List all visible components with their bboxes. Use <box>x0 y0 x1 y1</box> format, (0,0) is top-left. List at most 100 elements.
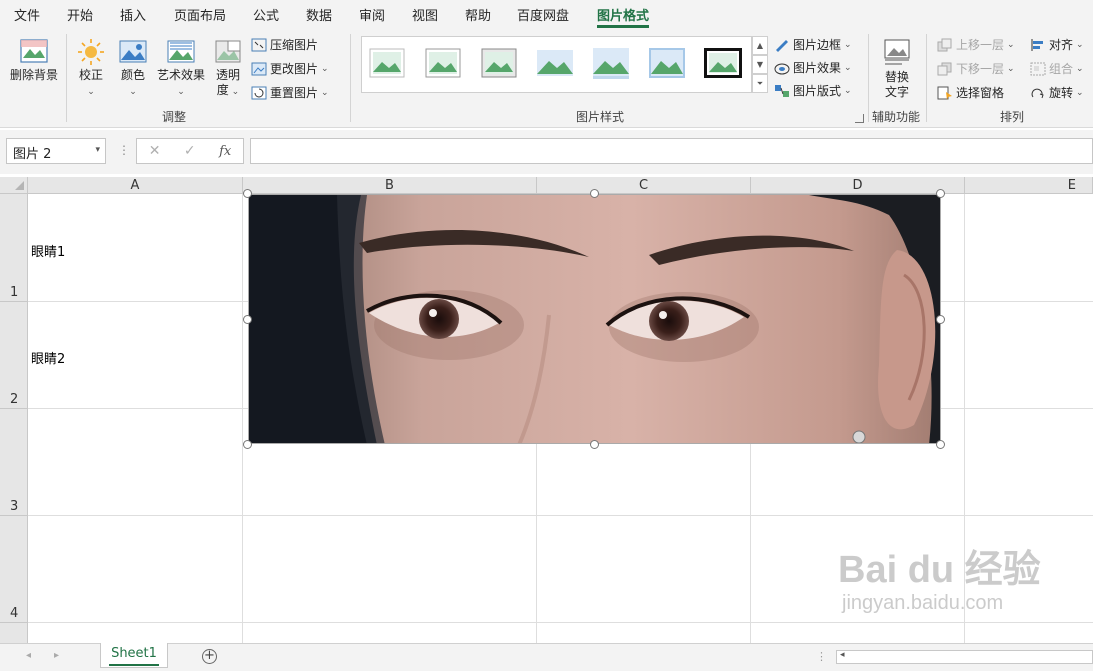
prev-sheet-icon[interactable]: ◂ <box>26 650 31 661</box>
picture-style-1[interactable] <box>367 46 407 80</box>
dialog-launcher-icon[interactable] <box>855 114 864 123</box>
name-box[interactable]: 图片 2 ▾ <box>6 138 106 164</box>
tab-file[interactable]: 文件 <box>14 5 40 24</box>
chevron-down-icon: ⌄ <box>228 87 240 97</box>
tab-help[interactable]: 帮助 <box>465 5 491 24</box>
tab-home[interactable]: 开始 <box>67 5 93 24</box>
tab-insert[interactable]: 插入 <box>120 5 146 24</box>
resize-handle-top[interactable] <box>590 189 599 198</box>
gridline <box>28 622 1093 623</box>
resize-handle-left[interactable] <box>243 315 252 324</box>
row-header-4-label: 4 <box>10 606 19 621</box>
column-header-d[interactable]: D <box>751 177 965 194</box>
ribbon: 删除背景 校正 ⌄ 颜色 ⌄ 艺术效果 ⌄ 透明 度 ⌄ 压缩图片 更改图片 ⌄… <box>0 28 1093 128</box>
alt-text-button[interactable]: 替换 文字 <box>876 38 918 100</box>
rotate-button[interactable]: 旋转 ⌄ <box>1030 84 1084 101</box>
compress-icon <box>251 38 267 51</box>
row-header-4[interactable]: 4 <box>0 516 28 623</box>
pen-icon <box>776 39 788 52</box>
row-header-3[interactable]: 3 <box>0 409 28 516</box>
chevron-down-icon: ▾ <box>95 145 100 155</box>
tab-baidu-netdisk[interactable]: 百度网盘 <box>517 5 569 24</box>
column-header-c[interactable]: C <box>537 177 751 194</box>
resize-handle-right[interactable] <box>936 315 945 324</box>
column-header-e[interactable]: E <box>965 177 1093 194</box>
column-header-b[interactable]: B <box>243 177 537 194</box>
resize-handle-bottom[interactable] <box>590 440 599 449</box>
selected-picture[interactable] <box>248 194 941 444</box>
resize-handle-top-left[interactable] <box>243 189 252 198</box>
group-label-accessibility: 辅助功能 <box>871 110 920 124</box>
bring-forward-button[interactable]: 上移一层 ⌄ <box>937 36 1015 53</box>
separator <box>926 34 927 122</box>
select-all-button[interactable] <box>0 177 28 194</box>
cell-a2[interactable]: 眼睛2 <box>31 348 65 367</box>
picture-border-button[interactable]: 图片边框 ⌄ <box>774 36 852 53</box>
scroll-left-icon[interactable]: ◂ <box>840 650 845 660</box>
gallery-more-button[interactable]: ⏷ <box>752 74 768 93</box>
align-button[interactable]: 对齐 ⌄ <box>1030 36 1084 53</box>
enter-icon[interactable]: ✓ <box>184 143 196 159</box>
tab-view[interactable]: 视图 <box>412 5 438 24</box>
chevron-down-icon: ⌄ <box>321 63 329 74</box>
corrections-button[interactable]: 校正 ⌄ <box>72 38 110 100</box>
selection-pane-button[interactable]: 选择窗格 <box>937 84 1004 101</box>
formula-buttons: ✕ ✓ fx <box>136 138 244 164</box>
artistic-effects-button[interactable]: 艺术效果 ⌄ <box>154 38 208 100</box>
reset-picture-label: 重置图片 <box>270 86 319 100</box>
formula-input[interactable] <box>250 138 1093 164</box>
row-header-1[interactable]: 1 <box>0 194 28 302</box>
tab-picture-format[interactable]: 图片格式 <box>597 5 650 28</box>
resize-handle-bottom-left[interactable] <box>243 440 252 449</box>
eyes-photo <box>249 195 940 443</box>
row-header-5[interactable] <box>0 623 28 643</box>
corrections-label: 校正 <box>78 68 103 82</box>
chevron-down-icon: ⌄ <box>129 87 137 97</box>
resize-handle-top-right[interactable] <box>936 189 945 198</box>
reset-picture-button[interactable]: 重置图片 ⌄ <box>251 84 329 101</box>
picture-styles-gallery <box>361 36 752 93</box>
tab-review[interactable]: 审阅 <box>359 5 385 24</box>
group-objects-button[interactable]: 组合 ⌄ <box>1030 60 1084 77</box>
picture-style-5[interactable] <box>591 46 631 80</box>
tab-formulas[interactable]: 公式 <box>253 5 279 24</box>
remove-background-button[interactable]: 删除背景 <box>8 38 60 83</box>
chevron-down-icon: ⌄ <box>1007 63 1015 74</box>
next-sheet-icon[interactable]: ▸ <box>54 650 59 661</box>
transparency-button[interactable]: 透明 度 ⌄ <box>210 38 246 100</box>
picture-style-2[interactable] <box>423 46 463 80</box>
remove-background-icon <box>20 39 48 63</box>
row-header-2[interactable]: 2 <box>0 302 28 409</box>
column-header-a[interactable]: A <box>28 177 243 194</box>
menu-bar: 文件 开始 插入 页面布局 公式 数据 审阅 视图 帮助 百度网盘 图片格式 <box>0 0 1093 28</box>
alt-text-label-1: 替换 <box>884 70 909 84</box>
picture-style-3[interactable] <box>479 46 519 80</box>
color-button[interactable]: 颜色 ⌄ <box>114 38 152 100</box>
chevron-down-icon: ⌄ <box>321 87 329 98</box>
column-header-e-label: E <box>1067 178 1076 193</box>
color-icon <box>119 40 147 63</box>
picture-layout-button[interactable]: 图片版式 ⌄ <box>774 82 852 99</box>
tab-data[interactable]: 数据 <box>306 5 332 24</box>
compress-pictures-button[interactable]: 压缩图片 <box>251 36 318 53</box>
transparency-icon <box>215 40 241 63</box>
picture-style-7[interactable] <box>703 46 743 80</box>
sheet-tab-sheet1[interactable]: Sheet1 <box>100 643 168 668</box>
picture-style-4[interactable] <box>535 46 575 80</box>
picture-border-label: 图片边框 <box>793 38 842 52</box>
cancel-icon[interactable]: ✕ <box>149 143 161 159</box>
chevron-down-icon: ⌄ <box>177 87 185 97</box>
gallery-scroll-down-button[interactable]: ▼ <box>752 55 768 74</box>
transparency-label-1: 透明 <box>215 68 240 82</box>
picture-effects-button[interactable]: 图片效果 ⌄ <box>774 59 852 76</box>
tab-page-layout[interactable]: 页面布局 <box>174 5 226 24</box>
gallery-scroll-up-button[interactable]: ▲ <box>752 36 768 55</box>
resize-handle-bottom-right[interactable] <box>936 440 945 449</box>
send-backward-button[interactable]: 下移一层 ⌄ <box>937 60 1015 77</box>
change-picture-button[interactable]: 更改图片 ⌄ <box>251 60 329 77</box>
picture-style-6[interactable] <box>647 46 687 80</box>
horizontal-scrollbar[interactable]: ◂ <box>836 650 1093 664</box>
add-sheet-icon[interactable]: + <box>202 649 217 664</box>
insert-function-button[interactable]: fx <box>219 144 231 159</box>
cell-a1[interactable]: 眼睛1 <box>31 241 65 260</box>
